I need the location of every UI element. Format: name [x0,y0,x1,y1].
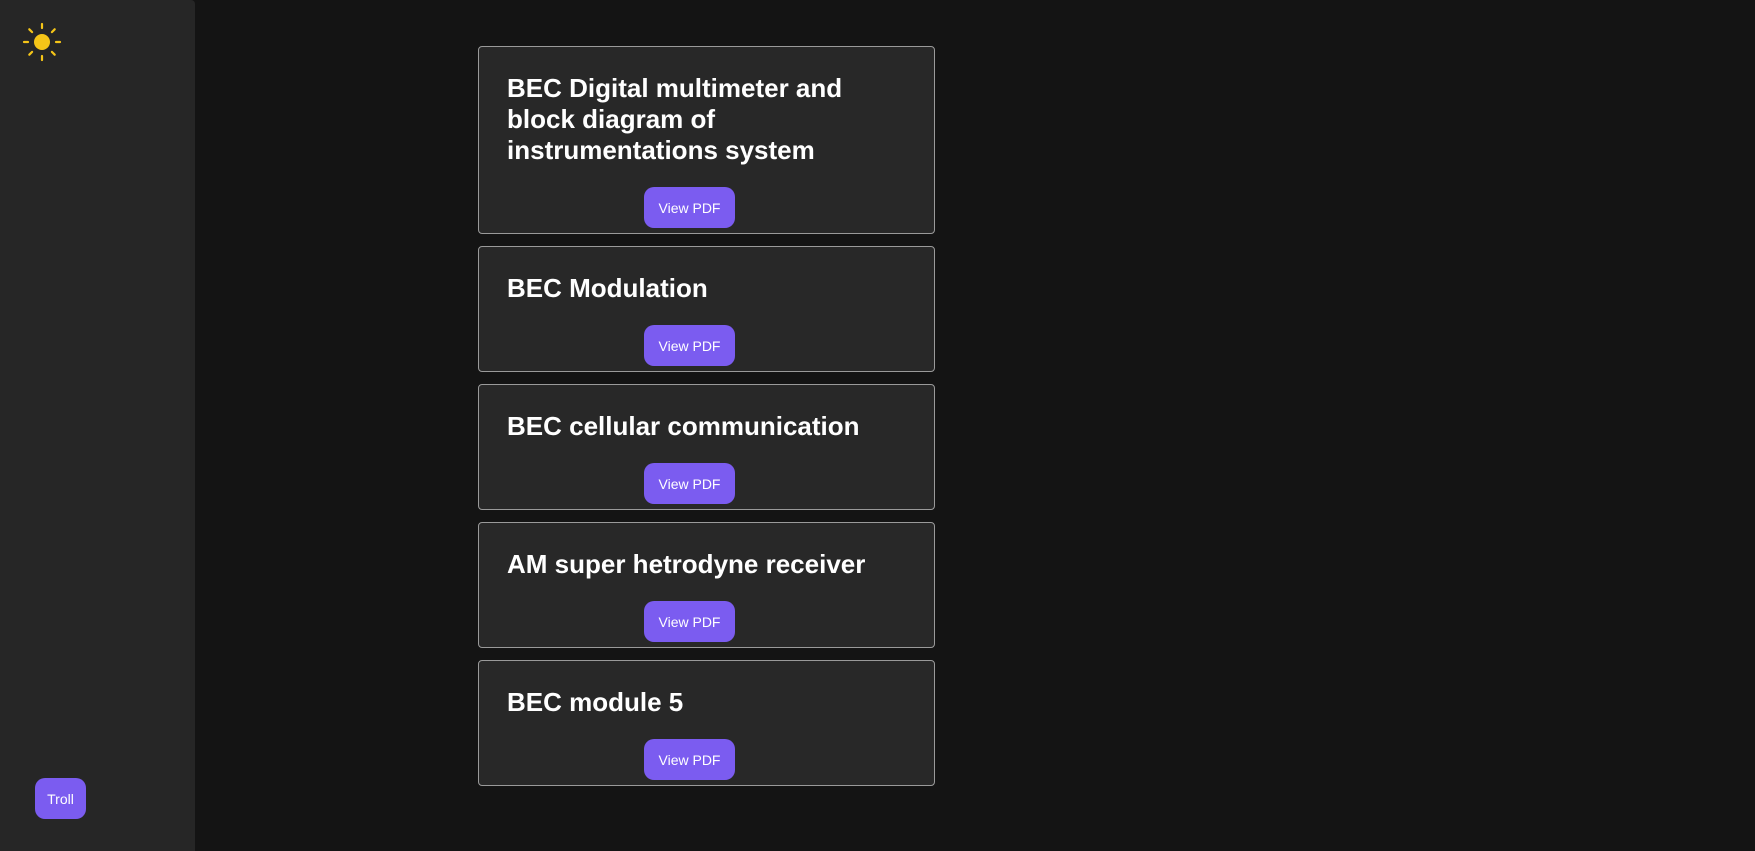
document-title: BEC Modulation [507,273,708,303]
view-pdf-button[interactable]: View PDF [644,601,735,642]
view-pdf-button[interactable]: View PDF [644,739,735,780]
sidebar: Troll [0,0,195,851]
view-pdf-button[interactable]: View PDF [644,187,735,228]
view-pdf-button[interactable]: View PDF [644,463,735,504]
document-card: BEC Digital multimeter and block diagram… [478,46,935,234]
document-title: BEC module 5 [507,687,684,717]
document-card: AM super hetrodyne receiver View PDF [478,522,935,648]
document-card: BEC cellular communication View PDF [478,384,935,510]
document-title: BEC Digital multimeter and block diagram… [507,73,843,165]
sun-icon[interactable] [22,22,62,62]
document-card: BEC Modulation View PDF [478,246,935,372]
document-card-list: BEC Digital multimeter and block diagram… [478,46,935,798]
page: Troll BEC Digital multimeter and block d… [0,0,1755,851]
document-title: AM super hetrodyne receiver [507,549,866,579]
troll-button[interactable]: Troll [35,778,86,819]
document-card: BEC module 5 View PDF [478,660,935,786]
document-title: BEC cellular communication [507,411,860,441]
view-pdf-button[interactable]: View PDF [644,325,735,366]
